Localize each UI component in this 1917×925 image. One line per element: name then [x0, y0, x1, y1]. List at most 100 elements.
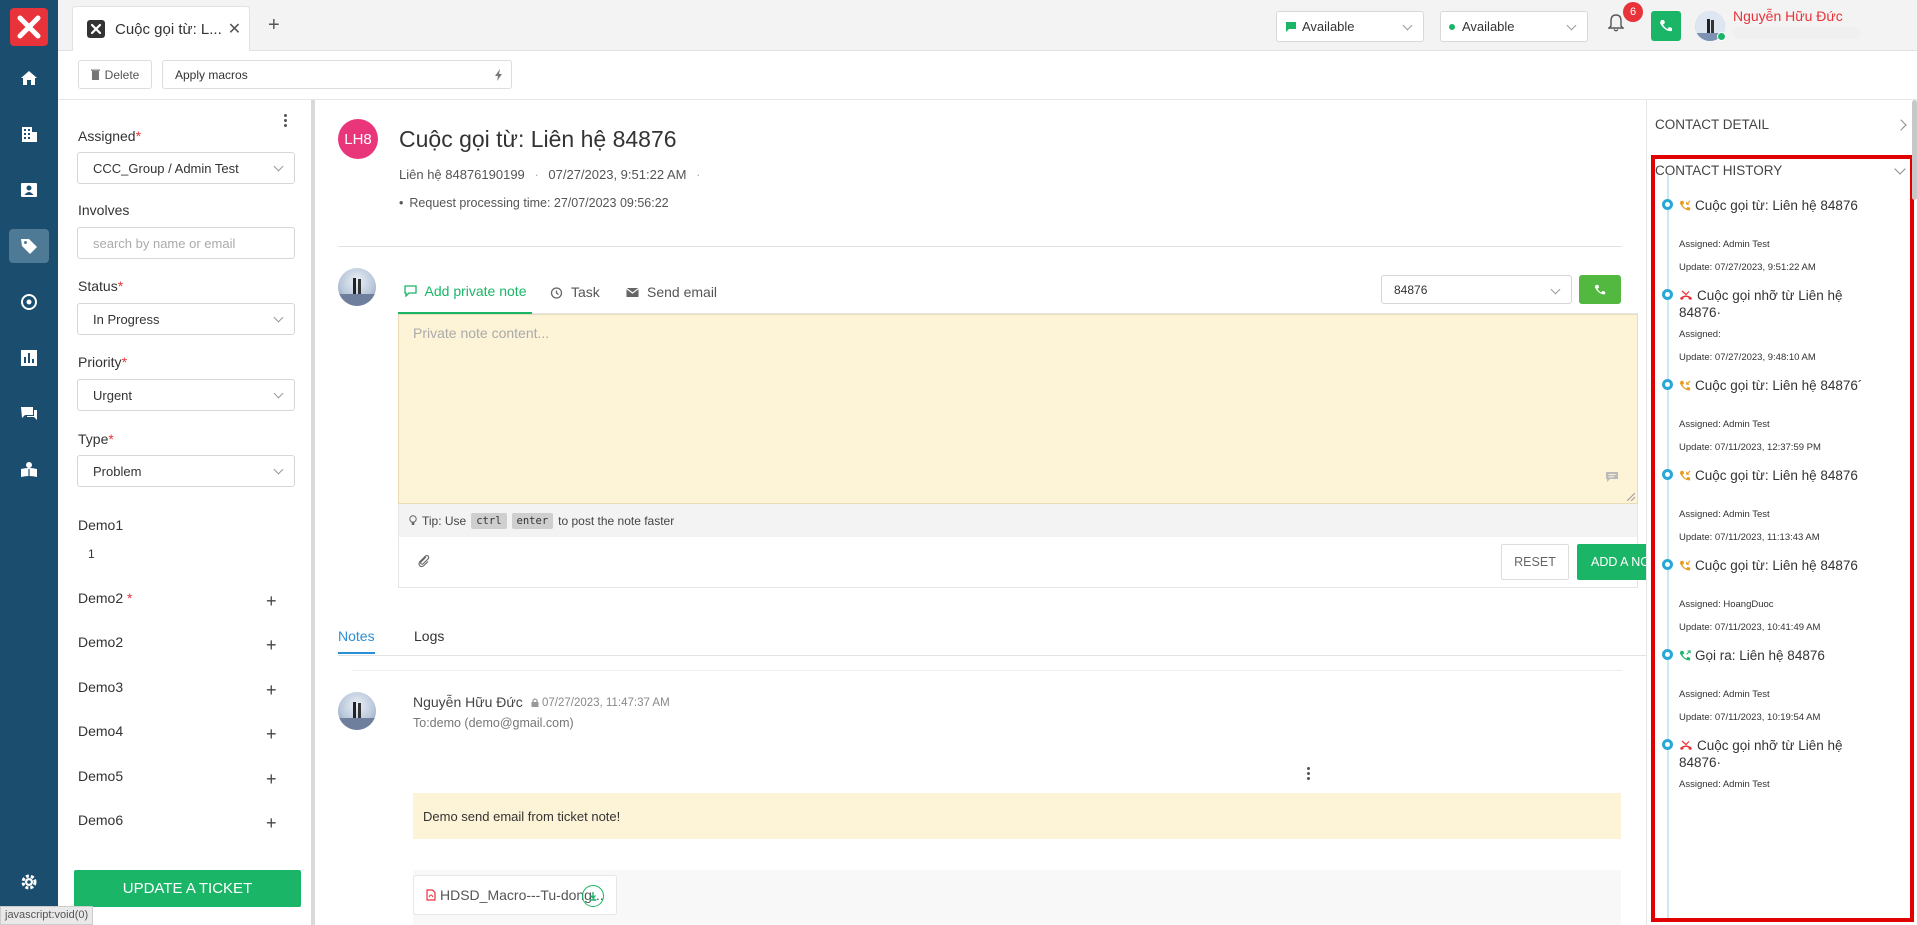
- author-avatar: [338, 268, 376, 306]
- ticket-tag-icon[interactable]: [9, 229, 49, 263]
- update-ticket-button[interactable]: UPDATE A TICKET: [74, 870, 301, 907]
- online-status-dot: [1717, 32, 1726, 41]
- involves-search-input[interactable]: search by name or email: [77, 227, 295, 259]
- timeline-dot: [1662, 379, 1673, 390]
- call-status-select[interactable]: Available: [1440, 11, 1588, 42]
- phone-call-button[interactable]: [1651, 11, 1681, 41]
- bell-icon[interactable]: [1608, 14, 1624, 32]
- incoming-call-icon: [1679, 200, 1691, 212]
- ctrl-key: ctrl: [471, 512, 507, 529]
- history-title: Cuộc gọi từ: Liên hệ 84876´: [1695, 378, 1863, 393]
- attachment-file[interactable]: HDSD_Macro---Tu-dong...: [413, 875, 617, 915]
- bar-chart-icon[interactable]: [9, 341, 49, 375]
- note-icon: [403, 285, 417, 297]
- tab-notes[interactable]: Notes: [338, 628, 375, 654]
- download-icon[interactable]: [582, 885, 604, 907]
- chevron-right-icon[interactable]: [1895, 119, 1907, 131]
- add-demo2-plus-icon[interactable]: +: [266, 591, 277, 612]
- reset-button[interactable]: RESET: [1501, 544, 1569, 580]
- paperclip-icon[interactable]: [417, 554, 431, 568]
- demo6-label: Demo6: [78, 812, 124, 828]
- missed-call-icon: [1679, 290, 1693, 302]
- demo3-label: Demo3: [78, 679, 124, 695]
- chevron-down-icon: [1402, 20, 1413, 31]
- tab-add-private-note[interactable]: Add private note: [398, 270, 532, 314]
- add-demo2-plus-icon[interactable]: +: [266, 635, 277, 656]
- tab-logo-icon: [87, 20, 105, 38]
- ticket-contact[interactable]: Liên hệ 84876190199: [399, 167, 525, 182]
- chat-status-select[interactable]: Available: [1276, 11, 1424, 42]
- lock-icon: [531, 698, 539, 707]
- building-icon[interactable]: [9, 117, 49, 151]
- comment-icon: [1606, 472, 1618, 482]
- chevron-down-icon: [273, 161, 284, 172]
- ticket-tab[interactable]: Cuộc gọi từ: L... ✕: [72, 6, 250, 51]
- tab-task[interactable]: Task: [550, 270, 600, 314]
- status-bar-url: javascript:void(0): [0, 906, 94, 925]
- history-title: Cuộc gọi từ: Liên hệ 84876: [1695, 198, 1858, 213]
- history-assigned: Assigned:: [1679, 329, 1721, 340]
- knowledge-base-icon[interactable]: [9, 453, 49, 487]
- app-logo[interactable]: [10, 8, 48, 46]
- chevron-down-icon[interactable]: [1894, 163, 1906, 175]
- timeline-dot: [1662, 469, 1673, 480]
- demo2-required-label: Demo2 *: [78, 590, 133, 606]
- type-select[interactable]: Problem: [77, 455, 295, 487]
- delete-button[interactable]: Delete: [78, 60, 152, 89]
- history-assigned: Assigned: Admin Test: [1679, 779, 1770, 790]
- page-scrollbar[interactable]: [1912, 100, 1917, 200]
- timeline-dot: [1662, 739, 1673, 750]
- apply-macros-select[interactable]: Apply macros: [162, 60, 512, 89]
- notification-badge: 6: [1623, 2, 1643, 22]
- chevron-down-icon: [273, 464, 284, 475]
- timeline-dot: [1662, 199, 1673, 210]
- user-name[interactable]: Nguyễn Hữu Đức: [1733, 8, 1843, 24]
- history-assigned: Assigned: Admin Test: [1679, 239, 1770, 250]
- more-options-icon[interactable]: [284, 114, 288, 129]
- contact-history-header[interactable]: CONTACT HISTORY: [1655, 163, 1782, 178]
- assigned-select[interactable]: CCC_Group / Admin Test: [77, 152, 295, 184]
- chat-status-value: Available: [1302, 19, 1355, 34]
- note-author-avatar: [338, 692, 376, 730]
- add-demo6-plus-icon[interactable]: +: [266, 813, 277, 834]
- history-assigned: Assigned: HoangDuoc: [1679, 599, 1774, 610]
- demo1-label: Demo1: [78, 517, 124, 533]
- incoming-call-icon: [1679, 380, 1691, 392]
- status-select[interactable]: In Progress: [77, 303, 295, 335]
- note-placeholder: Private note content...: [413, 325, 550, 341]
- home-icon[interactable]: [9, 61, 49, 95]
- ticket-datetime: 07/27/2023, 9:51:22 AM: [548, 167, 687, 182]
- contact-card-icon[interactable]: [9, 173, 49, 207]
- history-update: Update: 07/11/2023, 10:41:49 AM: [1679, 622, 1821, 633]
- add-demo5-plus-icon[interactable]: +: [266, 769, 277, 790]
- tab-logs[interactable]: Logs: [414, 628, 444, 644]
- priority-value: Urgent: [93, 387, 133, 403]
- call-number-button[interactable]: [1579, 275, 1621, 304]
- note-more-options-icon[interactable]: [1307, 767, 1311, 782]
- settings-circle-icon[interactable]: [9, 285, 49, 319]
- phone-number-select[interactable]: 84876: [1381, 275, 1572, 304]
- gear-icon[interactable]: [9, 865, 49, 899]
- close-icon[interactable]: ✕: [228, 19, 241, 39]
- left-nav: [0, 0, 58, 925]
- new-tab-plus-icon[interactable]: +: [268, 14, 280, 37]
- notes-inner-divider: [352, 670, 1622, 671]
- chat-icon[interactable]: [9, 397, 49, 431]
- phone-number-value: 84876: [1394, 282, 1428, 297]
- resize-handle-icon[interactable]: [1627, 493, 1635, 501]
- call-status-value: Available: [1462, 19, 1515, 34]
- priority-select[interactable]: Urgent: [77, 379, 295, 411]
- history-assigned: Assigned: Admin Test: [1679, 689, 1770, 700]
- contact-detail-header[interactable]: CONTACT DETAIL: [1655, 117, 1769, 132]
- ticket-title: Cuộc gọi từ: Liên hệ 84876: [399, 126, 677, 152]
- add-demo4-plus-icon[interactable]: +: [266, 724, 277, 745]
- trash-icon: [90, 69, 100, 80]
- demo1-value[interactable]: 1: [88, 547, 95, 561]
- assigned-value: CCC_Group / Admin Test: [93, 160, 239, 176]
- add-demo3-plus-icon[interactable]: +: [266, 680, 277, 701]
- demo4-label: Demo4: [78, 723, 124, 739]
- chevron-down-icon: [273, 388, 284, 399]
- note-body: Demo send email from ticket note!: [413, 793, 1621, 839]
- private-note-textarea[interactable]: Private note content...: [398, 314, 1638, 504]
- tab-send-email[interactable]: Send email: [626, 270, 717, 314]
